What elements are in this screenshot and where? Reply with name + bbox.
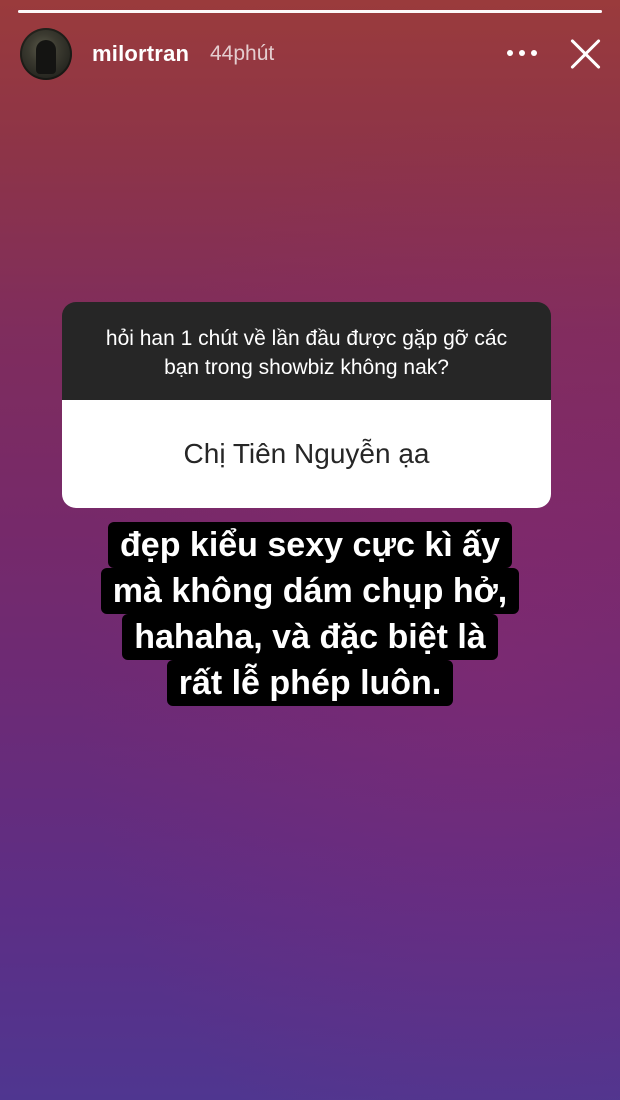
caption-line: đẹp kiểu sexy cực kì ấy	[108, 522, 512, 568]
caption-line: hahaha, và đặc biệt là	[122, 614, 498, 660]
avatar[interactable]	[20, 28, 72, 80]
username[interactable]: milortran	[92, 41, 189, 67]
story-viewer[interactable]: milortran 44phút hỏi han 1 chút về lần đ…	[0, 0, 620, 1100]
avatar-figure	[36, 40, 56, 74]
timestamp: 44phút	[210, 42, 275, 65]
more-horizontal-icon[interactable]	[507, 50, 537, 58]
close-icon[interactable]	[570, 38, 602, 70]
story-header: milortran 44phút	[20, 28, 610, 80]
question-text: hỏi han 1 chút về lần đầu được gặp gỡ cá…	[62, 302, 551, 400]
caption-line: mà không dám chụp hở,	[100, 568, 520, 614]
caption-line: rất lễ phép luôn.	[166, 660, 454, 706]
story-progress-fill	[18, 10, 602, 13]
question-sticker: hỏi han 1 chút về lần đầu được gặp gỡ cá…	[62, 302, 551, 508]
story-caption: đẹp kiểu sexy cực kì ấy mà không dám chụ…	[0, 522, 620, 706]
story-progress-bar	[18, 10, 602, 13]
answer-text: Chị Tiên Nguyễn ạa	[62, 400, 551, 508]
